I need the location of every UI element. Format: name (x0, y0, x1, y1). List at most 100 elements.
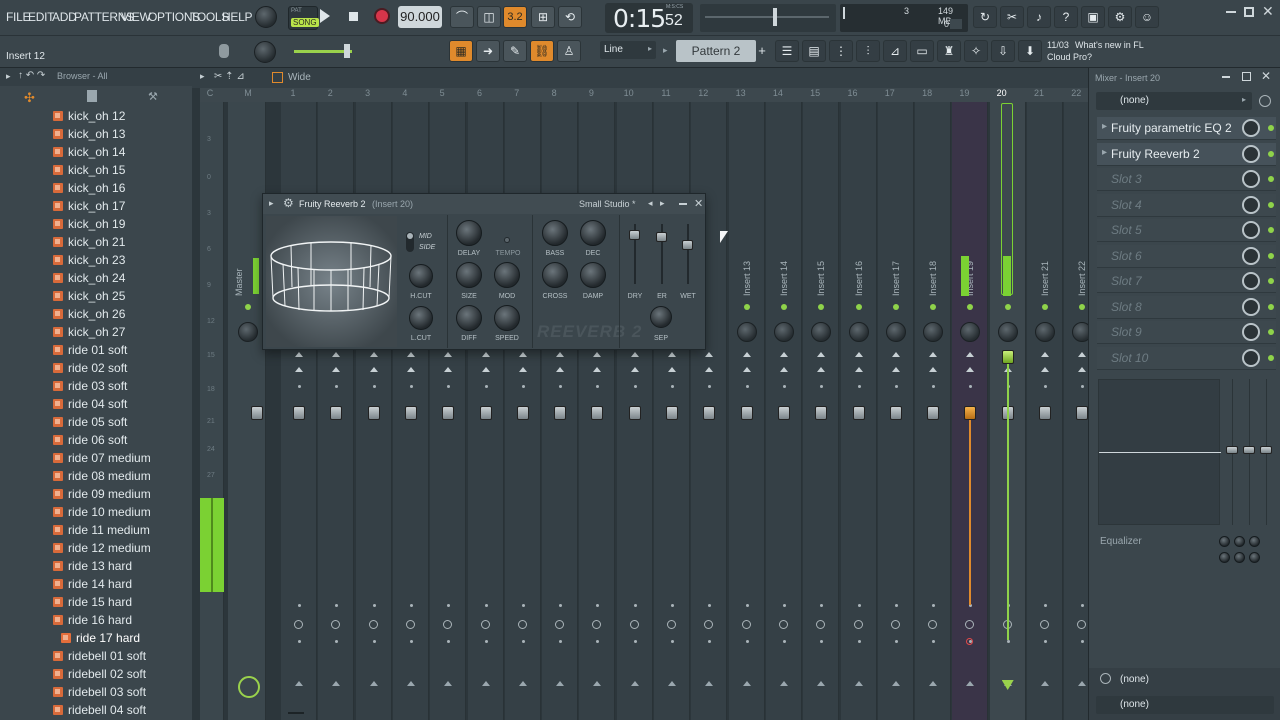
effect-slot[interactable]: Slot 8 (1097, 295, 1276, 319)
route-up-icon[interactable] (929, 367, 938, 372)
plugin-gear-icon[interactable]: ⚙ (283, 196, 294, 210)
phase-icon[interactable] (890, 620, 900, 629)
route-up-icon[interactable] (630, 367, 639, 372)
plugin-database-icon[interactable]: ♜ (937, 40, 961, 62)
master-strip[interactable] (200, 102, 224, 720)
hcut-knob[interactable] (409, 264, 433, 288)
route-up-icon[interactable] (630, 352, 639, 357)
playlist-icon[interactable]: ▦ (449, 40, 473, 62)
insert-pan-knob[interactable] (773, 322, 794, 342)
effect-slot[interactable]: Slot 4 (1097, 193, 1276, 217)
record-arm-dot[interactable] (1006, 640, 1010, 643)
close-icon[interactable]: ✕ (1262, 3, 1274, 20)
preset-next-icon[interactable]: ▸ (660, 198, 665, 209)
metronome-icon[interactable]: ⌒ (450, 6, 474, 28)
phase-icon[interactable] (480, 620, 490, 629)
browser-item[interactable]: ride 17 hard (0, 629, 192, 647)
slot-mix-knob[interactable] (1242, 272, 1260, 290)
minimize-icon[interactable] (1226, 11, 1236, 13)
browser-item[interactable]: kick_oh 25 (0, 287, 192, 305)
plugin-minimize-icon[interactable] (679, 203, 687, 205)
eq-knob-3[interactable] (1249, 536, 1260, 547)
slot-enable-dot[interactable] (1268, 278, 1274, 284)
stamp-icon[interactable]: ♙ (557, 40, 581, 62)
effect-slot[interactable]: Slot 9 (1097, 321, 1276, 344)
browser-item[interactable]: ride 06 soft (0, 431, 192, 449)
send-arrow-icon[interactable] (369, 681, 378, 686)
phase-icon[interactable] (853, 620, 863, 629)
browser-collapse-icon[interactable]: ✣ (24, 90, 35, 106)
tempo-sync-led[interactable] (504, 237, 510, 243)
route-up-icon[interactable] (481, 367, 490, 372)
phase-icon[interactable] (294, 620, 303, 629)
pattern-prev-icon[interactable]: ▸ (663, 41, 671, 59)
insert-fader[interactable] (442, 406, 455, 420)
master-send-icon[interactable] (238, 676, 260, 698)
route-up-icon[interactable] (817, 352, 826, 357)
route-up-icon[interactable] (369, 352, 378, 357)
route-up-icon[interactable] (779, 367, 788, 372)
effect-slot[interactable]: Slot 5 (1097, 219, 1276, 242)
news-icon[interactable]: ⬇ (1018, 40, 1042, 62)
slot-enable-dot[interactable] (1268, 125, 1274, 131)
browser-item[interactable]: ride 08 medium (0, 467, 192, 485)
sep-knob[interactable] (650, 306, 672, 328)
wait-for-input-icon[interactable]: ◫ (477, 6, 501, 28)
route-up-icon[interactable] (1041, 352, 1049, 357)
browser-item[interactable]: ride 01 soft (0, 341, 192, 359)
browser-icon[interactable]: ▭ (910, 40, 934, 62)
route-up-icon[interactable] (332, 367, 341, 372)
master-active-dot[interactable] (245, 304, 251, 310)
record-arm-dot[interactable] (409, 640, 413, 643)
route-up-icon[interactable] (668, 352, 676, 357)
panel-minimize-icon[interactable] (1222, 76, 1230, 78)
effect-slot[interactable]: Slot 3 (1097, 168, 1276, 191)
insert-fader[interactable] (591, 406, 604, 420)
browser-item[interactable]: ride 10 medium (0, 503, 192, 521)
browser-item[interactable]: kick_oh 16 (0, 179, 192, 197)
record-arm-dot[interactable] (894, 640, 898, 643)
eq-band1-handle[interactable] (1226, 446, 1238, 454)
phase-icon[interactable] (368, 620, 378, 629)
slot-enable-dot[interactable] (1268, 201, 1274, 208)
menu-help[interactable]: HELP (222, 10, 252, 24)
slot-expand-icon[interactable]: ▸ (1102, 147, 1107, 158)
master-volume-knob[interactable] (255, 6, 277, 28)
song-pattern-toggle[interactable]: PAT SONG (288, 6, 319, 30)
record-icon[interactable] (374, 8, 390, 24)
phase-icon[interactable] (517, 620, 527, 629)
eq-knob-6[interactable] (1249, 552, 1260, 563)
browser-item[interactable]: ride 04 soft (0, 395, 192, 413)
damp-knob[interactable] (580, 262, 606, 288)
send-arrow-icon[interactable] (593, 681, 602, 686)
eq-graph[interactable] (1098, 379, 1221, 525)
route-up-icon[interactable] (295, 352, 303, 357)
phase-icon[interactable] (741, 620, 751, 629)
send-arrow-icon[interactable] (929, 681, 938, 686)
route-up-icon[interactable] (444, 367, 453, 372)
browser-arrow-icon[interactable]: ▸ (6, 71, 11, 82)
phase-icon[interactable] (778, 620, 788, 629)
browser-item[interactable]: ridebell 01 soft (0, 647, 192, 665)
mod-knob[interactable] (494, 262, 520, 288)
download-icon[interactable]: ⇩ (991, 40, 1015, 62)
slot-mix-knob[interactable] (1242, 348, 1260, 367)
insert-fader[interactable] (740, 406, 753, 420)
send-arrow-icon[interactable] (630, 681, 639, 686)
send-arrow-icon[interactable] (518, 681, 527, 686)
master-pan-knob[interactable] (238, 322, 258, 342)
phase-icon[interactable] (405, 620, 415, 629)
browser-item[interactable]: kick_oh 26 (0, 305, 192, 323)
route-up-icon[interactable] (332, 352, 341, 357)
record-arm-dot[interactable] (298, 640, 301, 643)
browser-item[interactable]: ride 12 medium (0, 539, 192, 557)
insert-active-dot[interactable] (892, 304, 899, 310)
browser-item[interactable]: ridebell 02 soft (0, 665, 192, 683)
browser-item[interactable]: ride 16 hard (0, 611, 192, 629)
cut-tools-icon[interactable]: ✂ (1000, 6, 1024, 28)
insert-fader[interactable] (889, 406, 902, 420)
browser-item[interactable]: kick_oh 23 (0, 251, 192, 269)
mixer-icon[interactable]: ⫶ (856, 40, 880, 62)
speed-knob[interactable] (494, 305, 520, 331)
record-arm-dot[interactable] (633, 640, 637, 643)
